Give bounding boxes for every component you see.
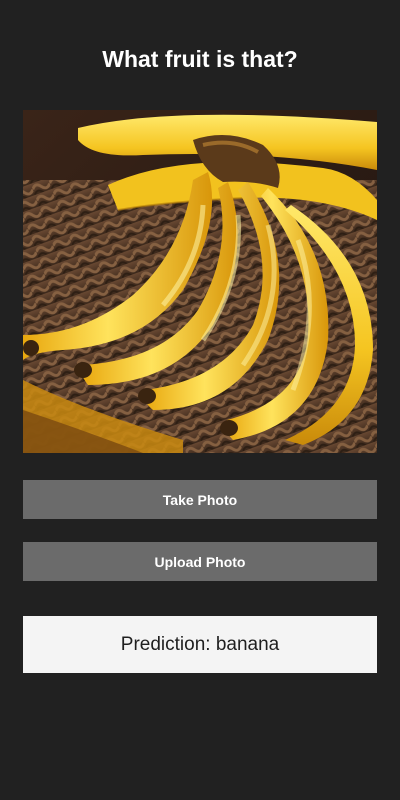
app-screen: What fruit is that? Take Photo Upload Ph… bbox=[0, 0, 400, 800]
prediction-value: banana bbox=[215, 633, 280, 655]
prediction-box: Prediction: banana bbox=[23, 616, 377, 673]
fruit-photo bbox=[23, 110, 377, 453]
take-photo-button[interactable]: Take Photo bbox=[23, 480, 377, 519]
upload-photo-button[interactable]: Upload Photo bbox=[23, 542, 377, 581]
banana-image bbox=[23, 110, 377, 453]
prediction-label: Prediction: bbox=[120, 633, 211, 655]
page-title: What fruit is that? bbox=[102, 46, 298, 72]
